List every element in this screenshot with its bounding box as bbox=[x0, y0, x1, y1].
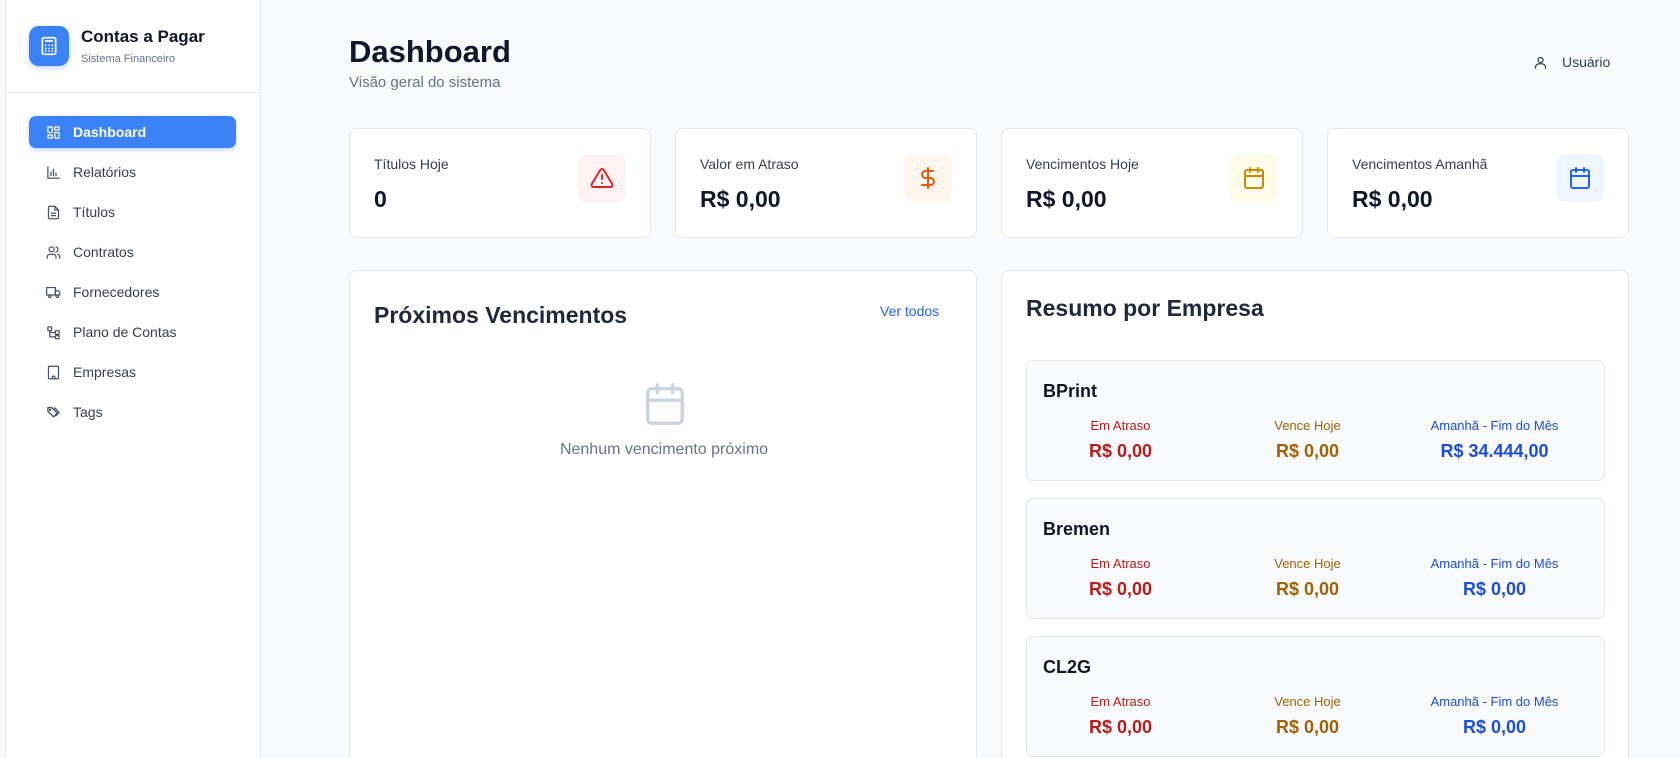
users-icon bbox=[45, 244, 61, 260]
sidebar-item-label: Dashboard bbox=[73, 124, 147, 140]
stat-label: Títulos Hoje bbox=[374, 156, 449, 172]
sidebar-item-label: Relatórios bbox=[73, 164, 137, 180]
panel-title: Resumo por Empresa bbox=[1026, 295, 1264, 321]
document-icon bbox=[45, 204, 61, 220]
amanha-fim-do-mes-metric: Amanhã - Fim do Mês R$ 34.444,00 bbox=[1401, 418, 1588, 462]
metric-label: Amanhã - Fim do Mês bbox=[1430, 556, 1559, 571]
sidebar-item-tags[interactable]: Tags bbox=[29, 396, 236, 428]
sidebar-item-label: Tags bbox=[73, 404, 103, 420]
sidebar-item-dashboard[interactable]: Dashboard bbox=[29, 116, 236, 148]
alert-triangle-icon bbox=[578, 154, 626, 202]
metric-value: R$ 0,00 bbox=[1462, 579, 1527, 599]
stat-label: Vencimentos Hoje bbox=[1026, 156, 1139, 172]
stat-value: R$ 0,00 bbox=[1352, 186, 1433, 212]
calendar-icon bbox=[1230, 154, 1278, 202]
tags-icon bbox=[45, 404, 61, 420]
resumo-por-empresa-panel: Resumo por Empresa BPrint Em Atraso R$ 0… bbox=[1001, 270, 1629, 758]
dashboard-icon bbox=[45, 124, 61, 140]
metric-value: R$ 0,00 bbox=[1088, 717, 1153, 737]
hierarchy-icon bbox=[45, 324, 61, 340]
page-subtitle: Visão geral do sistema bbox=[349, 74, 501, 91]
metric-value: R$ 34.444,00 bbox=[1440, 441, 1549, 461]
sidebar: Contas a Pagar Sistema Financeiro Dashbo… bbox=[5, 0, 261, 758]
sidebar-item-contratos[interactable]: Contratos bbox=[29, 236, 236, 268]
sidebar-item-plano-de-contas[interactable]: Plano de Contas bbox=[29, 316, 236, 348]
metric-value: R$ 0,00 bbox=[1462, 717, 1527, 737]
metric-value: R$ 0,00 bbox=[1275, 717, 1340, 737]
stat-card-valor-em-atraso: Valor em Atraso R$ 0,00 bbox=[675, 128, 977, 238]
em-atraso-metric: Em Atraso R$ 0,00 bbox=[1027, 556, 1214, 600]
stat-card-vencimentos-hoje: Vencimentos Hoje R$ 0,00 bbox=[1001, 128, 1303, 238]
vence-hoje-metric: Vence Hoje R$ 0,00 bbox=[1214, 694, 1401, 738]
metric-value: R$ 0,00 bbox=[1275, 579, 1340, 599]
dollar-icon bbox=[904, 154, 952, 202]
sidebar-item-fornecedores[interactable]: Fornecedores bbox=[29, 276, 236, 308]
stat-label: Vencimentos Amanhã bbox=[1352, 156, 1488, 172]
metric-label: Vence Hoje bbox=[1274, 418, 1341, 433]
empty-state-text: Nenhum vencimento próximo bbox=[559, 441, 769, 458]
stat-value: 0 bbox=[374, 186, 387, 212]
em-atraso-metric: Em Atraso R$ 0,00 bbox=[1027, 694, 1214, 738]
proximos-vencimentos-panel: Próximos Vencimentos Ver todos Nenhum ve… bbox=[349, 270, 977, 758]
stat-label: Valor em Atraso bbox=[700, 156, 799, 172]
metric-label: Vence Hoje bbox=[1274, 694, 1341, 709]
metric-label: Vence Hoje bbox=[1274, 556, 1341, 571]
calendar-icon bbox=[1556, 154, 1604, 202]
user-name: Usuário bbox=[1562, 54, 1611, 70]
sidebar-item-label: Contratos bbox=[73, 244, 134, 260]
metric-label: Em Atraso bbox=[1090, 418, 1151, 433]
sidebar-item-label: Plano de Contas bbox=[73, 324, 177, 340]
metric-label: Em Atraso bbox=[1090, 694, 1151, 709]
amanha-fim-do-mes-metric: Amanhã - Fim do Mês R$ 0,00 bbox=[1401, 694, 1588, 738]
em-atraso-metric: Em Atraso R$ 0,00 bbox=[1027, 418, 1214, 462]
amanha-fim-do-mes-metric: Amanhã - Fim do Mês R$ 0,00 bbox=[1401, 556, 1588, 600]
vence-hoje-metric: Vence Hoje R$ 0,00 bbox=[1214, 556, 1401, 600]
sidebar-item-titulos[interactable]: Títulos bbox=[29, 196, 236, 228]
sidebar-nav: Dashboard Relatórios Títulos Contratos F… bbox=[6, 93, 260, 428]
metric-value: R$ 0,00 bbox=[1088, 579, 1153, 599]
sidebar-item-label: Fornecedores bbox=[73, 284, 160, 300]
empresa-name: CL2G bbox=[1043, 657, 1092, 677]
ver-todos-link[interactable]: Ver todos bbox=[880, 303, 939, 319]
calculator-icon bbox=[29, 26, 69, 66]
app-title: Contas a Pagar bbox=[81, 26, 205, 46]
empresa-card-bprint: BPrint Em Atraso R$ 0,00 Vence Hoje R$ 0… bbox=[1026, 360, 1605, 481]
stat-card-titulos-hoje: Títulos Hoje 0 bbox=[349, 128, 651, 238]
truck-icon bbox=[45, 284, 61, 300]
sidebar-item-label: Empresas bbox=[73, 364, 137, 380]
page-title: Dashboard bbox=[349, 34, 511, 69]
bar-chart-icon bbox=[45, 164, 61, 180]
empresa-name: Bremen bbox=[1043, 519, 1111, 539]
empresa-name: BPrint bbox=[1043, 381, 1097, 401]
empresa-card-bremen: Bremen Em Atraso R$ 0,00 Vence Hoje R$ 0… bbox=[1026, 498, 1605, 619]
stat-card-vencimentos-amanha: Vencimentos Amanhã R$ 0,00 bbox=[1327, 128, 1629, 238]
metric-value: R$ 0,00 bbox=[1275, 441, 1340, 461]
building-icon bbox=[45, 364, 61, 380]
metric-label: Amanhã - Fim do Mês bbox=[1430, 694, 1559, 709]
sidebar-item-relatorios[interactable]: Relatórios bbox=[29, 156, 236, 188]
panel-title: Próximos Vencimentos bbox=[374, 302, 628, 328]
metric-value: R$ 0,00 bbox=[1088, 441, 1153, 461]
sidebar-item-label: Títulos bbox=[73, 204, 116, 220]
metric-label: Amanhã - Fim do Mês bbox=[1430, 418, 1559, 433]
empresa-card-cl2g: CL2G Em Atraso R$ 0,00 Vence Hoje R$ 0,0… bbox=[1026, 636, 1605, 757]
metric-label: Em Atraso bbox=[1090, 556, 1151, 571]
brand[interactable]: Contas a Pagar Sistema Financeiro bbox=[6, 0, 260, 93]
calendar-icon bbox=[642, 381, 688, 427]
user-icon bbox=[1532, 54, 1548, 70]
app-subtitle: Sistema Financeiro bbox=[81, 52, 176, 65]
stat-value: R$ 0,00 bbox=[1026, 186, 1107, 212]
stat-value: R$ 0,00 bbox=[700, 186, 781, 212]
sidebar-item-empresas[interactable]: Empresas bbox=[29, 356, 236, 388]
vence-hoje-metric: Vence Hoje R$ 0,00 bbox=[1214, 418, 1401, 462]
user-menu[interactable]: Usuário bbox=[1532, 54, 1610, 70]
